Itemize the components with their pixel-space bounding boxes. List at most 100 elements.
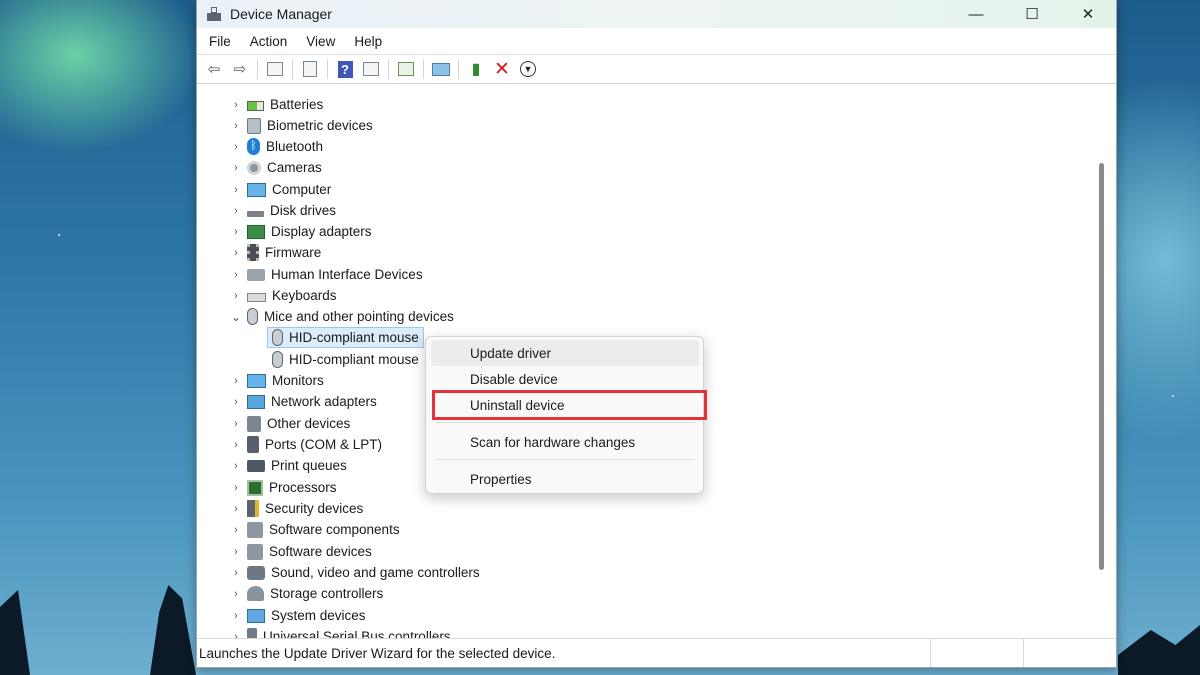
expand-chevron-icon[interactable]: ›	[229, 567, 243, 579]
tree-item-mice[interactable]: ⌄ Mice and other pointing devices	[197, 306, 454, 327]
expand-chevron-icon[interactable]: ›	[229, 205, 243, 217]
tree-item-label: Software components	[269, 522, 400, 537]
tree-item-label: Other devices	[267, 416, 351, 431]
toolbar-separator	[327, 59, 328, 79]
tree-item-bluetooth[interactable]: › ᛒ Bluetooth	[197, 136, 323, 157]
tree-item-label: Ports (COM & LPT)	[265, 437, 383, 452]
tree-item-label: Human Interface Devices	[271, 267, 423, 282]
expand-chevron-icon[interactable]: ›	[229, 460, 243, 472]
expand-chevron-icon[interactable]: ›	[229, 418, 243, 430]
expand-chevron-icon[interactable]: ›	[229, 396, 243, 408]
expand-chevron-icon[interactable]: ›	[229, 162, 243, 174]
tree-item-label: Sound, video and game controllers	[271, 565, 480, 580]
selected-device[interactable]: HID-compliant mouse	[267, 327, 424, 348]
tree-item-biometric-devices[interactable]: › Biometric devices	[197, 115, 373, 136]
menu-file[interactable]: File	[203, 34, 237, 49]
scan-hardware-icon[interactable]	[430, 58, 452, 80]
tree-item-software-components[interactable]: › Software components	[197, 519, 400, 540]
expand-chevron-icon[interactable]: ›	[229, 226, 243, 238]
tree-item-security-devices[interactable]: › Security devices	[197, 498, 363, 519]
tree-item-network-adapters[interactable]: › Network adapters	[197, 391, 377, 412]
title-bar[interactable]: Device Manager — ☐ ✕	[197, 0, 1116, 28]
tree-item-system-devices[interactable]: › System devices	[197, 605, 365, 626]
annotation-highlight-box	[432, 390, 707, 420]
tree-item-hid-mouse-2[interactable]: HID-compliant mouse	[268, 349, 419, 370]
action-pane-icon[interactable]	[360, 58, 382, 80]
expand-chevron-icon[interactable]: ›	[229, 610, 243, 622]
context-item-properties[interactable]: Properties	[431, 466, 699, 492]
toolbar-separator	[292, 59, 293, 79]
display-adapter-icon	[247, 224, 265, 239]
expand-chevron-icon[interactable]: ›	[229, 503, 243, 515]
tree-item-software-devices[interactable]: › Software devices	[197, 541, 372, 562]
context-item-scan-hardware[interactable]: Scan for hardware changes	[431, 429, 699, 455]
desktop-rock	[150, 585, 196, 675]
tree-item-hid-mouse-1[interactable]: HID-compliant mouse	[267, 327, 424, 348]
show-hide-console-tree-icon[interactable]	[264, 58, 286, 80]
storage-controller-icon	[247, 586, 264, 601]
tree-item-firmware[interactable]: › Firmware	[197, 242, 321, 263]
disable-device-icon[interactable]: ▼	[517, 58, 539, 80]
context-separator	[436, 459, 695, 460]
tree-item-cameras[interactable]: › Cameras	[197, 157, 322, 178]
toolbar-separator	[388, 59, 389, 79]
context-separator	[436, 422, 695, 423]
tree-item-disk-drives[interactable]: › Disk drives	[197, 200, 336, 221]
system-device-icon	[247, 608, 265, 623]
tree-item-label: Security devices	[265, 501, 364, 516]
tree-item-sound-video-game[interactable]: › Sound, video and game controllers	[197, 562, 480, 583]
expand-chevron-icon[interactable]: ›	[229, 184, 243, 196]
expand-chevron-icon[interactable]: ›	[229, 120, 243, 132]
menu-action[interactable]: Action	[244, 34, 294, 49]
expand-chevron-icon[interactable]: ›	[229, 290, 243, 302]
expand-chevron-icon[interactable]: ›	[229, 269, 243, 281]
expand-chevron-icon[interactable]: ›	[229, 482, 243, 494]
tree-item-batteries[interactable]: › Batteries	[197, 94, 323, 115]
tree-item-label: Firmware	[265, 245, 322, 260]
desktop-rock	[0, 590, 30, 675]
hid-icon	[247, 268, 265, 281]
expand-chevron-icon[interactable]: ›	[229, 247, 243, 259]
context-item-disable-device[interactable]: Disable device	[431, 366, 699, 392]
status-bar: Launches the Update Driver Wizard for th…	[197, 638, 1116, 667]
tree-item-label: Software devices	[269, 544, 372, 559]
update-driver-icon[interactable]	[395, 58, 417, 80]
enable-device-icon[interactable]: ▮	[465, 58, 487, 80]
minimize-button[interactable]: —	[948, 0, 1004, 28]
help-icon[interactable]: ?	[334, 58, 356, 80]
back-arrow-icon[interactable]: ⇦	[203, 58, 225, 80]
tree-item-ports[interactable]: › Ports (COM & LPT)	[197, 434, 382, 455]
printer-icon	[247, 459, 265, 472]
tree-item-human-interface-devices[interactable]: › Human Interface Devices	[197, 264, 423, 285]
vertical-scrollbar[interactable]	[1096, 95, 1108, 640]
uninstall-device-icon[interactable]: ✕	[491, 58, 513, 80]
forward-arrow-icon[interactable]: ⇨	[229, 58, 251, 80]
tree-item-other-devices[interactable]: › Other devices	[197, 413, 350, 434]
menu-help[interactable]: Help	[348, 34, 388, 49]
tree-item-storage-controllers[interactable]: › Storage controllers	[197, 583, 383, 604]
tree-item-keyboards[interactable]: › Keyboards	[197, 285, 336, 306]
toolbar-separator	[257, 59, 258, 79]
expand-chevron-icon[interactable]: ›	[229, 99, 243, 111]
expand-chevron-icon[interactable]: ›	[229, 141, 243, 153]
context-item-update-driver[interactable]: Update driver	[431, 340, 699, 366]
expand-chevron-icon[interactable]: ›	[229, 375, 243, 387]
tree-item-monitors[interactable]: › Monitors	[197, 370, 324, 391]
expand-chevron-icon[interactable]: ›	[229, 588, 243, 600]
tree-item-label: Batteries	[270, 97, 324, 112]
expand-chevron-icon[interactable]: ›	[229, 524, 243, 536]
close-button[interactable]: ✕	[1060, 0, 1116, 28]
tree-item-label: Mice and other pointing devices	[264, 309, 454, 324]
firmware-icon	[247, 244, 259, 261]
expand-chevron-icon[interactable]: ›	[229, 439, 243, 451]
expand-chevron-icon[interactable]: ›	[229, 546, 243, 558]
scrollbar-thumb[interactable]	[1099, 163, 1104, 570]
maximize-button[interactable]: ☐	[1004, 0, 1060, 28]
tree-item-computer[interactable]: › Computer	[197, 179, 331, 200]
menu-view[interactable]: View	[300, 34, 341, 49]
properties-sheet-icon[interactable]	[299, 58, 321, 80]
tree-item-display-adapters[interactable]: › Display adapters	[197, 221, 371, 242]
tree-item-print-queues[interactable]: › Print queues	[197, 455, 347, 476]
collapse-chevron-icon[interactable]: ⌄	[229, 310, 243, 324]
tree-item-processors[interactable]: › Processors	[197, 477, 337, 498]
